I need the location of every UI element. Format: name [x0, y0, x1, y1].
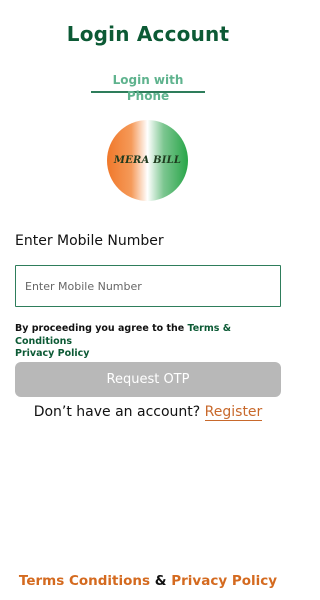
consent-text: By proceeding you agree to the Terms & C… — [15, 323, 285, 361]
register-row: Don’t have an account? Register — [0, 404, 296, 421]
register-prompt: Don’t have an account? — [33, 404, 205, 420]
tab-login-with-phone[interactable]: Login with Phone — [91, 72, 205, 103]
footer-terms-link[interactable]: Terms Conditions — [19, 573, 150, 589]
request-otp-button[interactable]: Request OTP — [15, 362, 281, 397]
mobile-number-label: Enter Mobile Number — [15, 233, 164, 249]
footer-privacy-link[interactable]: Privacy Policy — [171, 573, 277, 589]
consent-prefix: By proceeding you agree to the — [15, 323, 188, 334]
privacy-policy-link[interactable]: Privacy Policy — [15, 348, 89, 359]
mobile-number-input[interactable] — [15, 265, 281, 307]
register-link[interactable]: Register — [204, 404, 263, 421]
logo-text: MERA BILL — [113, 155, 182, 166]
footer-links: Terms Conditions & Privacy Policy — [0, 573, 296, 589]
page-title: Login Account — [66, 22, 230, 46]
footer-separator: & — [154, 573, 167, 589]
app-logo: MERA BILL — [107, 120, 188, 201]
